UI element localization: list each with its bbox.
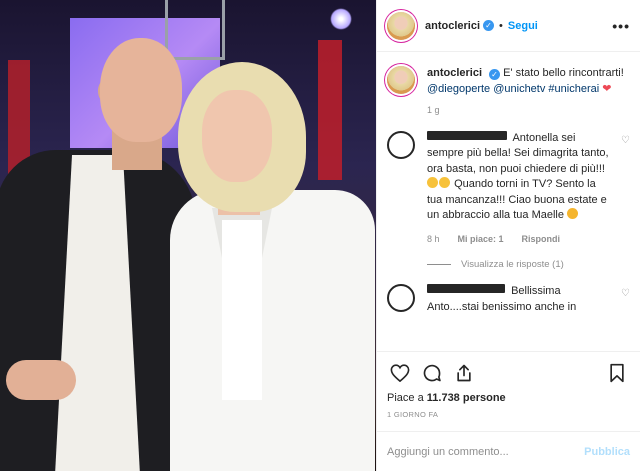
post-timestamp[interactable]: 1 GIORNO FA: [387, 410, 630, 419]
comment-text-continued: Quando torni in TV? Sento la tua mancanz…: [427, 178, 607, 221]
comments-list[interactable]: antoclerici ✓ E' stato bello rincontrarti…: [377, 52, 640, 351]
publish-button[interactable]: Pubblica: [584, 446, 630, 458]
woman-top: [222, 220, 262, 400]
heart-eyes-emoji-icon: [567, 208, 579, 219]
follow-button[interactable]: Segui: [508, 20, 538, 32]
comment-age[interactable]: 8 h: [427, 232, 440, 248]
mention-link[interactable]: @unichetv: [493, 83, 545, 95]
view-replies[interactable]: Visualizza le risposte (1): [427, 259, 630, 270]
man-head: [100, 38, 182, 142]
bookmark-save-icon[interactable]: [604, 360, 630, 386]
man-arm: [6, 360, 76, 400]
instagram-post: antoclerici ✓ • Segui ••• antoclerici ✓ E…: [0, 0, 640, 471]
red-heart-emoji: ❤: [602, 82, 612, 95]
separator-dot: •: [499, 19, 503, 32]
post-sidebar: antoclerici ✓ • Segui ••• antoclerici ✓ E…: [376, 0, 640, 471]
comment-input[interactable]: [387, 445, 585, 458]
author-username[interactable]: antoclerici: [425, 20, 480, 32]
action-icons: [387, 360, 630, 386]
comment-likes[interactable]: Mi piace: 1: [458, 232, 504, 248]
verified-badge-icon: ✓: [483, 20, 495, 31]
likes-count[interactable]: Piace a 11.738 persone: [387, 392, 630, 404]
replies-divider: [427, 264, 451, 265]
woman-jacket: [170, 190, 375, 471]
author-avatar[interactable]: [387, 11, 415, 40]
smile-emoji-icon: [427, 177, 438, 188]
caption-age[interactable]: 1 g: [427, 103, 630, 119]
comment-item: Antonella sei sempre più bella! Sei dima…: [387, 130, 630, 248]
post-photo[interactable]: [0, 0, 376, 471]
caption-username[interactable]: antoclerici: [427, 67, 482, 79]
more-options-icon[interactable]: •••: [612, 18, 630, 34]
comment-like-heart-icon[interactable]: ♡: [621, 135, 630, 146]
light-rig: [165, 0, 225, 60]
comment-like-heart-icon[interactable]: ♡: [621, 288, 630, 299]
post-header: antoclerici ✓ • Segui •••: [377, 0, 640, 52]
commenter-avatar[interactable]: [387, 284, 415, 312]
comment-meta: 8 h Mi piace: 1 Rispondi: [427, 232, 613, 248]
view-replies-label[interactable]: Visualizza le risposte (1): [461, 259, 564, 270]
redacted-username[interactable]: [427, 130, 507, 140]
spotlight: [330, 8, 352, 30]
likes-prefix: Piace a: [387, 392, 424, 404]
mention-link[interactable]: @diegoperte: [427, 83, 490, 95]
commenter-avatar[interactable]: [387, 130, 415, 159]
redacted-username[interactable]: [427, 284, 505, 293]
caption: antoclerici ✓ E' stato bello rincontrarti…: [387, 66, 630, 119]
stage-light-right: [318, 40, 342, 180]
caption-text: E' stato bello rincontrarti!: [503, 67, 624, 79]
verified-badge-icon: ✓: [489, 69, 501, 80]
caption-avatar[interactable]: [387, 66, 415, 94]
likes-suffix[interactable]: persone: [463, 392, 506, 404]
post-actions: Piace a 11.738 persone 1 GIORNO FA: [377, 351, 640, 419]
comment-bubble-icon[interactable]: [419, 360, 445, 386]
comment-item: Bellissima Anto....stai benissimo anche …: [387, 284, 630, 315]
add-comment-bar: Pubblica: [377, 431, 640, 471]
reply-button[interactable]: Rispondi: [522, 232, 561, 248]
smile-emoji-icon: [439, 177, 450, 188]
hashtag-link[interactable]: #unicherai: [548, 83, 599, 95]
like-heart-icon[interactable]: [387, 360, 413, 386]
share-icon[interactable]: [451, 360, 477, 386]
woman-face: [202, 90, 272, 182]
likes-number[interactable]: 11.738: [427, 392, 460, 404]
